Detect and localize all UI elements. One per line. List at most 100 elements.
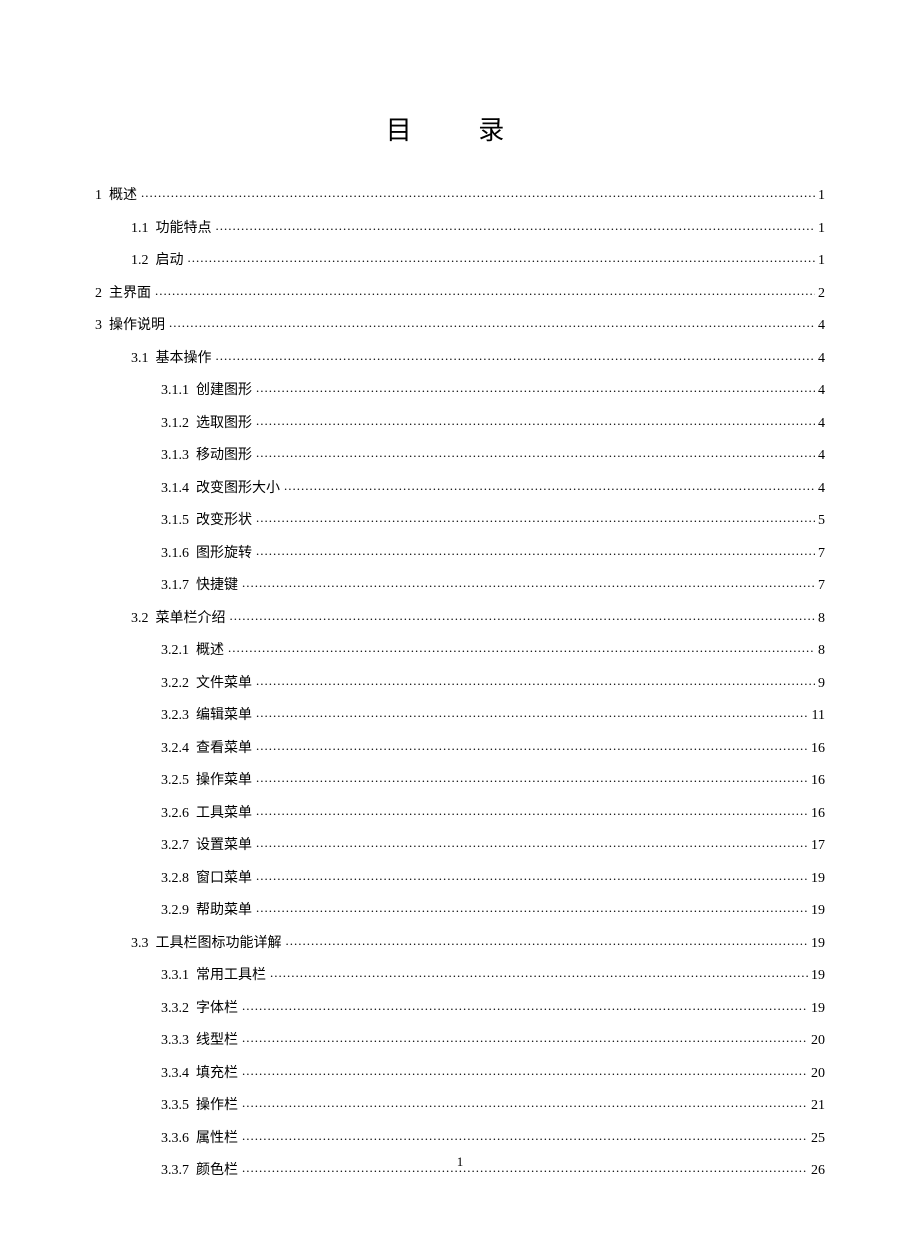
toc-entry[interactable]: 3.3.6 属性栏 25 — [95, 1128, 825, 1146]
toc-entry-page: 4 — [815, 417, 825, 431]
toc-entry-page: 20 — [808, 1067, 825, 1081]
toc-entry-text: 查看菜单 — [196, 742, 252, 756]
toc-entry[interactable]: 3.1.1 创建图形 4 — [95, 380, 825, 398]
toc-entry-page: 16 — [808, 742, 825, 756]
toc-entry[interactable]: 3.1.4 改变图形大小 4 — [95, 478, 825, 496]
toc-entry-label: 3.2.3 编辑菜单 — [161, 709, 256, 723]
toc-entry-label: 3.3.2 字体栏 — [161, 1002, 242, 1016]
toc-entry-page: 4 — [815, 384, 825, 398]
toc-entry-label: 3.1.2 选取图形 — [161, 417, 256, 431]
toc-entry[interactable]: 3.1.3 移动图形4 — [95, 445, 825, 463]
toc-entry-label: 3.3.6 属性栏 — [161, 1132, 242, 1146]
toc-leader-dots — [256, 380, 815, 394]
toc-entry-text: 主界面 — [109, 287, 151, 301]
toc-leader-dots — [242, 1095, 808, 1109]
toc-entry-number: 3.3 — [131, 937, 149, 951]
toc-entry-number: 3.2.9 — [161, 904, 189, 918]
toc-entry[interactable]: 2 主界面 2 — [95, 283, 825, 301]
toc-entry[interactable]: 3.2.8 窗口菜单19 — [95, 868, 825, 886]
toc-entry-number: 3.3.4 — [161, 1067, 189, 1081]
toc-entry[interactable]: 3.2 菜单栏介绍8 — [95, 608, 825, 626]
toc-leader-dots — [216, 218, 816, 232]
toc-entry[interactable]: 3.1.2 选取图形 4 — [95, 413, 825, 431]
toc-entry[interactable]: 3.2.4 查看菜单 16 — [95, 738, 825, 756]
toc-leader-dots — [256, 673, 815, 687]
toc-entry-number: 3.2.5 — [161, 774, 189, 788]
toc-entry[interactable]: 3.3.5 操作栏21 — [95, 1095, 825, 1113]
toc-entry-number: 3.3.2 — [161, 1002, 189, 1016]
toc-entry-number: 3.1.6 — [161, 547, 189, 561]
toc-entry-label: 3.2 菜单栏介绍 — [131, 612, 230, 626]
toc-entry-label: 3.1.4 改变图形大小 — [161, 482, 284, 496]
toc-entry-number: 3.2.2 — [161, 677, 189, 691]
toc-entry[interactable]: 3.3.1 常用工具栏19 — [95, 965, 825, 983]
toc-entry-label: 3.3.1 常用工具栏 — [161, 969, 270, 983]
toc-entry[interactable]: 1.2 启动1 — [95, 250, 825, 268]
toc-entry-label: 3.1.6 图形旋转 — [161, 547, 256, 561]
toc-leader-dots — [256, 835, 808, 849]
toc-entry-text: 设置菜单 — [196, 839, 252, 853]
toc-entry-page: 19 — [808, 1002, 825, 1016]
toc-leader-dots — [256, 413, 815, 427]
toc-entry-number: 3.1 — [131, 352, 149, 366]
toc-entry-label: 3.2.7 设置菜单 — [161, 839, 256, 853]
toc-entry[interactable]: 3.2.1 概述8 — [95, 640, 825, 658]
toc-entry[interactable]: 1 概述1 — [95, 185, 825, 203]
toc-entry-label: 1 概述 — [95, 189, 141, 203]
toc-leader-dots — [256, 738, 808, 752]
toc-entry-number: 1.1 — [131, 222, 149, 236]
toc-entry[interactable]: 3.1.6 图形旋转7 — [95, 543, 825, 561]
toc-entry[interactable]: 3.3.4 填充栏20 — [95, 1063, 825, 1081]
toc-entry-label: 3.2.9 帮助菜单 — [161, 904, 256, 918]
toc-entry[interactable]: 1.1 功能特点 1 — [95, 218, 825, 236]
toc-entry-number: 3.3.3 — [161, 1034, 189, 1048]
toc-entry-label: 3.2.6 工具菜单 — [161, 807, 256, 821]
toc-entry[interactable]: 3.2.2 文件菜单9 — [95, 673, 825, 691]
toc-entry-page: 19 — [808, 872, 825, 886]
toc-entry-number: 3.2.4 — [161, 742, 189, 756]
toc-entry-page: 19 — [808, 937, 825, 951]
toc-entry[interactable]: 3 操作说明 4 — [95, 315, 825, 333]
toc-entry[interactable]: 3.3 工具栏图标功能详解 19 — [95, 933, 825, 951]
toc-entry-text: 操作菜单 — [196, 774, 252, 788]
toc-entry[interactable]: 3.2.7 设置菜单17 — [95, 835, 825, 853]
toc-leader-dots — [242, 1128, 808, 1142]
toc-entry[interactable]: 3.1 基本操作4 — [95, 348, 825, 366]
toc-entry[interactable]: 3.1.7 快捷键7 — [95, 575, 825, 593]
toc-entry-text: 改变图形大小 — [196, 482, 280, 496]
toc-entry-page: 16 — [808, 807, 825, 821]
toc-entry-label: 3.3.3 线型栏 — [161, 1034, 242, 1048]
toc-leader-dots — [228, 640, 815, 654]
toc-entry-number: 3.1.1 — [161, 384, 189, 398]
toc-entry[interactable]: 3.3.3 线型栏20 — [95, 1030, 825, 1048]
toc-entry-page: 25 — [808, 1132, 825, 1146]
toc-entry-text: 功能特点 — [156, 222, 212, 236]
toc-entry[interactable]: 3.2.5 操作菜单16 — [95, 770, 825, 788]
toc-entry[interactable]: 3.2.6 工具菜单 16 — [95, 803, 825, 821]
toc-entry-page: 4 — [815, 482, 825, 496]
toc-entry-label: 2 主界面 — [95, 287, 155, 301]
toc-entry-number: 3.3.5 — [161, 1099, 189, 1113]
toc-entry-label: 3.1.1 创建图形 — [161, 384, 256, 398]
toc-entry-text: 编辑菜单 — [196, 709, 252, 723]
toc-entry[interactable]: 3.2.9 帮助菜单19 — [95, 900, 825, 918]
toc-entry-page: 21 — [808, 1099, 825, 1113]
toc-entry[interactable]: 3.1.5 改变形状5 — [95, 510, 825, 528]
toc-entry-page: 1 — [815, 222, 825, 236]
toc-entry-page: 9 — [815, 677, 825, 691]
toc-entry-number: 3.2.8 — [161, 872, 189, 886]
toc-entry[interactable]: 3.3.2 字体栏 19 — [95, 998, 825, 1016]
toc-entry-page: 2 — [815, 287, 825, 301]
toc-leader-dots — [256, 770, 808, 784]
toc-leader-dots — [270, 965, 808, 979]
toc-entry-text: 操作说明 — [109, 319, 165, 333]
toc-entry-text: 工具栏图标功能详解 — [156, 937, 282, 951]
toc-entry-page: 4 — [815, 319, 825, 333]
toc-list: 1 概述1 1.1 功能特点 1 1.2 启动1 2 主界面 2 3 操作说明 4 3.1 基本… — [95, 185, 825, 1178]
toc-entry-number: 3 — [95, 319, 102, 333]
toc-entry-label: 3.2.1 概述 — [161, 644, 228, 658]
toc-entry[interactable]: 3.2.3 编辑菜单 11 — [95, 705, 825, 723]
toc-entry-number: 3.1.7 — [161, 579, 189, 593]
toc-entry-text: 菜单栏介绍 — [156, 612, 226, 626]
toc-entry-page: 11 — [809, 709, 825, 723]
